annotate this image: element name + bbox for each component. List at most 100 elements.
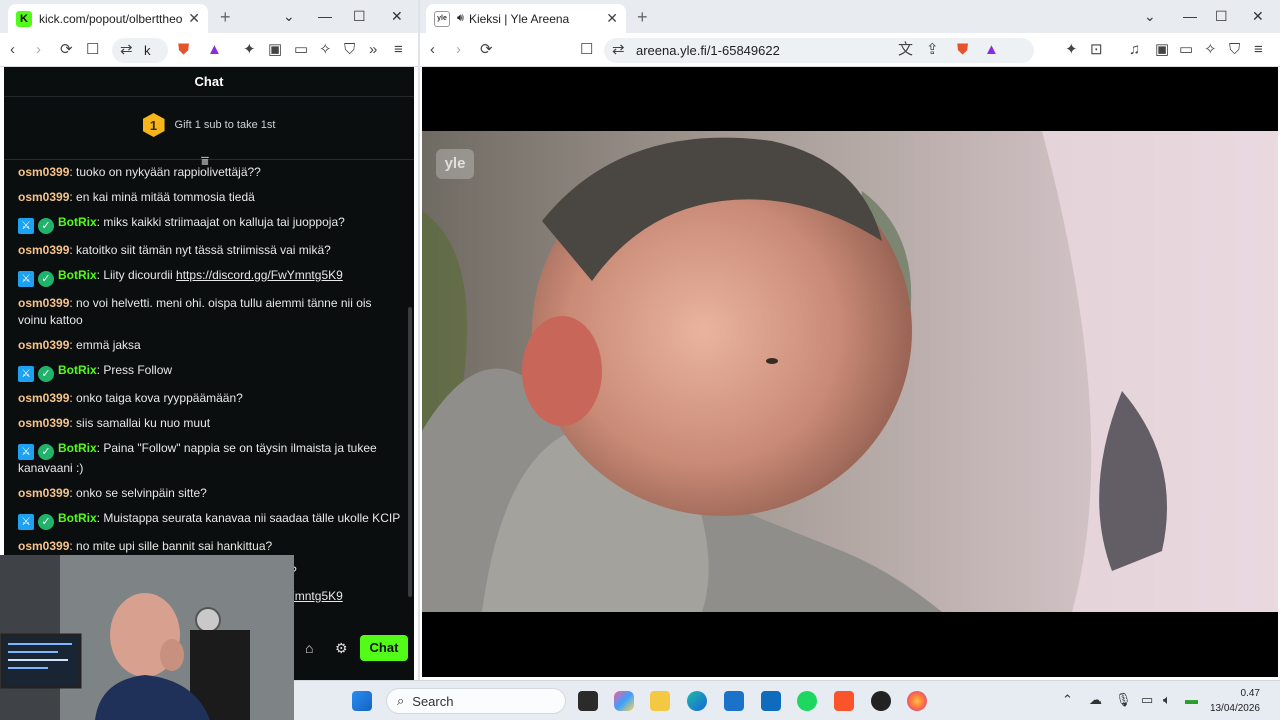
minimize-button[interactable]: — xyxy=(1183,8,1197,24)
chat-username[interactable]: osm0399 xyxy=(18,165,69,179)
video-frame: yle xyxy=(422,131,1278,612)
chat-settings-gear-icon[interactable]: ⚙ xyxy=(335,640,348,657)
minimize-button[interactable]: — xyxy=(318,8,332,24)
vpn-icon[interactable]: ⛉ xyxy=(1229,42,1240,58)
edge-icon[interactable] xyxy=(687,691,707,711)
media-controls-icon[interactable]: ♫ xyxy=(1129,42,1140,58)
more-tools-icon[interactable]: » xyxy=(369,42,377,58)
chat-username[interactable]: osm0399 xyxy=(18,243,69,257)
tab-yle-areena[interactable]: yle 🔊︎ Kieksi | Yle Areena ✕ xyxy=(426,4,626,33)
audio-playing-icon[interactable]: 🔊︎ xyxy=(457,12,464,25)
close-tab-icon[interactable]: ✕ xyxy=(188,10,200,27)
obs-studio-icon[interactable] xyxy=(871,691,891,711)
chat-link[interactable]: https://discord.gg/FwYmntg5K9 xyxy=(176,268,343,282)
menu-icon[interactable]: ≡ xyxy=(394,42,403,58)
file-explorer-icon[interactable] xyxy=(650,691,670,711)
chat-username[interactable]: osm0399 xyxy=(18,486,69,500)
start-windows-icon[interactable] xyxy=(352,691,372,711)
show-hidden-icons-chevron-icon[interactable]: ⌃ xyxy=(1062,692,1073,708)
close-tab-icon[interactable]: ✕ xyxy=(606,10,618,27)
share-icon[interactable]: ⇪ xyxy=(926,42,939,58)
chat-username[interactable]: osm0399 xyxy=(18,539,69,553)
battery-icon[interactable]: ▬ xyxy=(1185,692,1198,707)
copilot-icon[interactable] xyxy=(614,691,634,711)
task-view-icon[interactable] xyxy=(578,691,598,711)
gift-leaderboard[interactable]: 1 Gift 1 sub to take 1st xyxy=(4,111,414,139)
microsoft-store-icon[interactable] xyxy=(724,691,744,711)
bookmark-icon[interactable]: ☐ xyxy=(580,42,593,58)
brave-rewards-icon[interactable]: ▲ xyxy=(207,42,222,58)
spotify-icon[interactable] xyxy=(797,691,817,711)
menu-icon[interactable]: ≡ xyxy=(1254,42,1263,58)
chat-username[interactable]: osm0399 xyxy=(18,338,69,352)
sidebar-icon[interactable]: ▣ xyxy=(1155,42,1169,58)
address-bar[interactable]: areena.yle.fi/1-65849622 xyxy=(604,38,1034,63)
verified-badge-icon: ✓ xyxy=(38,514,54,530)
reload-icon[interactable]: ⟳ xyxy=(60,42,73,58)
leo-ai-icon[interactable]: ✧ xyxy=(319,42,332,58)
brave-shield-icon[interactable]: ⛊ xyxy=(178,42,189,58)
chat-username[interactable]: osm0399 xyxy=(18,296,69,310)
bookmark-icon[interactable]: ☐ xyxy=(86,42,99,58)
maximize-button[interactable]: ☐ xyxy=(353,8,366,25)
tab-list-chevron-icon[interactable]: ⌄ xyxy=(1144,8,1156,25)
store-icon[interactable]: ⌂ xyxy=(305,640,313,656)
taskbar-search-box[interactable]: ⌕ Search xyxy=(386,688,566,714)
chat-message: osm0399: onko se selvinpäin sitte? xyxy=(18,485,403,502)
chat-username[interactable]: BotRix xyxy=(58,511,97,525)
chat-username[interactable]: BotRix xyxy=(58,215,97,229)
site-settings-icon[interactable]: ⇄ xyxy=(120,42,133,58)
firefox-icon[interactable] xyxy=(907,691,927,711)
chat-username[interactable]: BotRix xyxy=(58,441,97,455)
new-tab-button[interactable]: + xyxy=(220,7,231,28)
chat-text: Muistappa seurata kanavaa nii saadaa täl… xyxy=(103,511,401,525)
chat-text: no mite upi sille bannit sai hankittua? xyxy=(76,539,273,553)
extensions-icon[interactable]: ✦ xyxy=(243,42,256,58)
back-icon[interactable]: ‹ xyxy=(10,42,15,58)
screenshot-icon[interactable]: ⊡ xyxy=(1090,42,1103,58)
maximize-button[interactable]: ☐ xyxy=(1215,8,1228,25)
close-window-button[interactable]: ✕ xyxy=(391,8,403,25)
tab-kick-chat[interactable]: K kick.com/popout/olberttheoverseer/chat… xyxy=(8,4,208,33)
volume-icon[interactable]: 🔈︎ xyxy=(1163,692,1171,708)
verified-badge-icon: ✓ xyxy=(38,444,54,460)
video-player[interactable]: yle xyxy=(422,67,1278,677)
display-icon[interactable]: ▭ xyxy=(1141,692,1153,708)
moderator-badge-icon: ⚔ xyxy=(18,366,34,382)
microphone-icon[interactable]: 🎙︎ xyxy=(1115,692,1132,708)
outlook-icon[interactable] xyxy=(761,691,781,711)
send-chat-button[interactable]: Chat xyxy=(360,635,408,661)
chat-username[interactable]: osm0399 xyxy=(18,391,69,405)
wallet-icon[interactable]: ▭ xyxy=(1179,42,1193,58)
brave-rewards-icon[interactable]: ▲ xyxy=(984,42,999,58)
chat-username[interactable]: osm0399 xyxy=(18,416,69,430)
back-icon[interactable]: ‹ xyxy=(430,42,435,58)
chat-username[interactable]: BotRix xyxy=(58,268,97,282)
tab-list-chevron-icon[interactable]: ⌄ xyxy=(283,8,295,25)
site-settings-icon[interactable]: ⇄ xyxy=(612,42,625,58)
rank-badge-icon: 1 xyxy=(142,113,165,137)
brave-browser-icon[interactable] xyxy=(834,691,854,711)
system-clock[interactable]: 0.47 13/04/2026 xyxy=(1210,686,1260,716)
forward-icon[interactable]: › xyxy=(36,42,41,58)
sidebar-icon[interactable]: ▣ xyxy=(268,42,282,58)
vpn-icon[interactable]: ⛉ xyxy=(344,42,355,58)
wallet-icon[interactable]: ▭ xyxy=(294,42,308,58)
webcam-feed-image xyxy=(0,555,294,720)
chat-text: emmä jaksa xyxy=(76,338,141,352)
new-tab-button[interactable]: + xyxy=(637,7,648,28)
chat-username[interactable]: BotRix xyxy=(58,363,97,377)
extensions-icon[interactable]: ✦ xyxy=(1065,42,1078,58)
chat-scrollbar[interactable] xyxy=(408,307,412,597)
chat-message: osm0399: onko taiga kova ryyppäämään? xyxy=(18,390,403,407)
yle-watermark-logo: yle xyxy=(436,149,474,179)
close-window-button[interactable]: ✕ xyxy=(1252,8,1264,25)
search-icon: ⌕ xyxy=(397,693,405,708)
leo-ai-icon[interactable]: ✧ xyxy=(1204,42,1217,58)
network-icon[interactable]: ☁ xyxy=(1089,692,1102,708)
forward-icon[interactable]: › xyxy=(456,42,461,58)
translate-icon[interactable]: 文 xyxy=(898,42,913,58)
chat-username[interactable]: osm0399 xyxy=(18,190,69,204)
brave-shield-icon[interactable]: ⛊ xyxy=(957,42,968,58)
reload-icon[interactable]: ⟳ xyxy=(480,42,493,58)
